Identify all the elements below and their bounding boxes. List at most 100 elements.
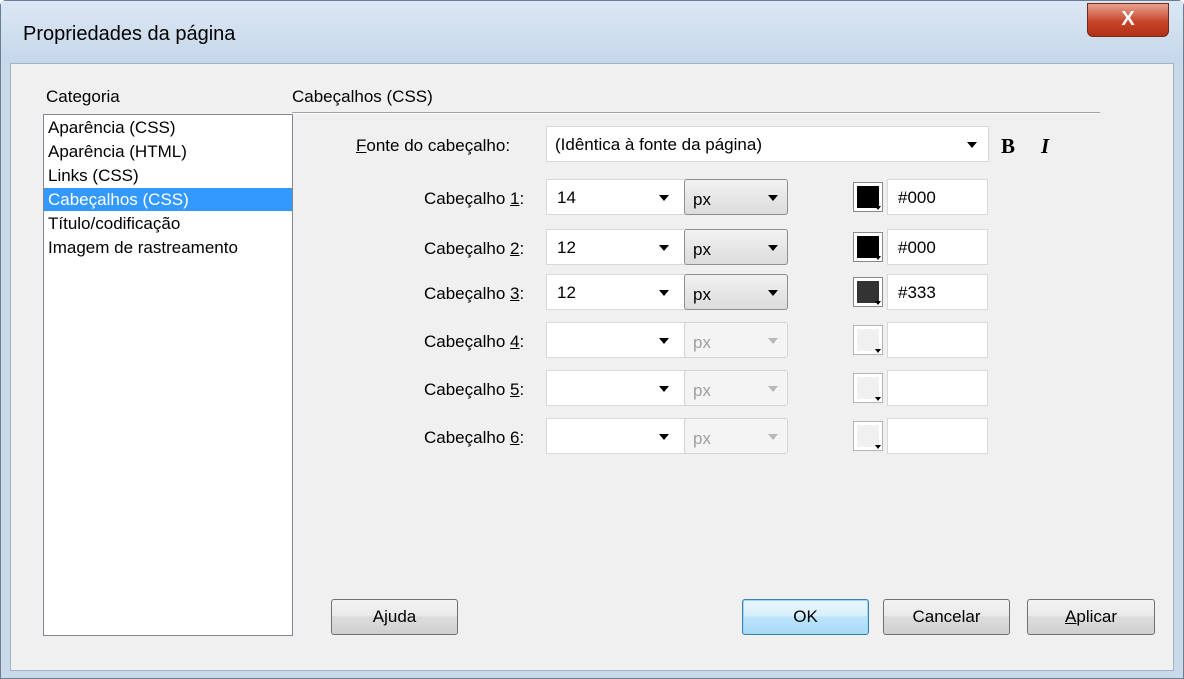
- heading-label-colon: :: [519, 284, 525, 303]
- heading-unit-select[interactable]: px: [684, 322, 788, 358]
- heading-unit-value: px: [693, 333, 711, 352]
- heading-size-combo[interactable]: [546, 370, 689, 406]
- heading-label-text: Cabeçalho: [424, 380, 511, 399]
- heading-label-text: Cabeçalho: [424, 428, 511, 447]
- chevron-down-icon: [967, 142, 977, 148]
- cancel-button-label: Cancelar: [912, 607, 981, 626]
- chevron-down-icon: [659, 434, 669, 440]
- heading-label-colon: :: [519, 189, 525, 208]
- heading-label: Cabeçalho 6:: [424, 428, 524, 448]
- heading-font-label: Fonte do cabeçalho:: [356, 136, 510, 156]
- heading-size-combo[interactable]: 12: [546, 229, 689, 265]
- heading-color-swatch[interactable]: [853, 182, 883, 212]
- italic-button[interactable]: I: [1041, 134, 1049, 159]
- title-bar[interactable]: Propriedades da página X: [1, 1, 1183, 63]
- heading-unit-select[interactable]: px: [684, 274, 788, 310]
- chevron-down-icon: [875, 349, 881, 353]
- heading-color-value: #000: [898, 238, 936, 257]
- color-picker-icon: [857, 186, 879, 208]
- heading-unit-select[interactable]: px: [684, 229, 788, 265]
- color-picker-icon: [857, 329, 879, 351]
- close-icon: X: [1121, 8, 1135, 30]
- category-item[interactable]: Aparência (HTML): [44, 140, 292, 163]
- heading-label-colon: :: [519, 428, 525, 447]
- chevron-down-icon: [659, 290, 669, 296]
- chevron-down-icon: [659, 386, 669, 392]
- heading-color-value: #333: [898, 283, 936, 302]
- heading-color-input[interactable]: #000: [887, 179, 988, 215]
- apply-button-accesskey: A: [1065, 607, 1077, 626]
- heading-unit-select[interactable]: px: [684, 370, 788, 406]
- category-list[interactable]: Aparência (CSS) Aparência (HTML) Links (CS…: [43, 114, 293, 636]
- heading-unit-value: px: [693, 429, 711, 448]
- heading-font-label-accesskey: F: [356, 136, 367, 155]
- apply-button-label-rest: plicar: [1076, 607, 1117, 626]
- heading-label: Cabeçalho 4:: [424, 332, 524, 352]
- heading-unit-value: px: [693, 285, 711, 304]
- chevron-down-icon: [768, 434, 778, 440]
- heading-color-input[interactable]: #000: [887, 229, 988, 265]
- heading-label: Cabeçalho 2:: [424, 239, 524, 259]
- heading-size-combo[interactable]: 14: [546, 179, 689, 215]
- heading-label-text: Cabeçalho: [424, 189, 511, 208]
- chevron-down-icon: [659, 195, 669, 201]
- heading-color-value: #000: [898, 188, 936, 207]
- heading-color-swatch[interactable]: [853, 421, 883, 451]
- chevron-down-icon: [768, 338, 778, 344]
- help-button-label-a: A: [372, 607, 385, 626]
- section-title: Cabeçalhos (CSS): [292, 87, 433, 106]
- heading-size-combo[interactable]: 12: [546, 274, 689, 310]
- heading-color-input[interactable]: [887, 418, 988, 454]
- close-button[interactable]: X: [1087, 3, 1169, 37]
- heading-color-swatch[interactable]: [853, 373, 883, 403]
- ok-button-label: OK: [793, 607, 818, 626]
- category-item[interactable]: Imagem de rastreamento: [44, 236, 292, 259]
- heading-label-text: Cabeçalho: [424, 239, 511, 258]
- heading-unit-value: px: [693, 240, 711, 259]
- heading-color-swatch[interactable]: [853, 325, 883, 355]
- category-item[interactable]: Título/codificação: [44, 212, 292, 235]
- heading-size-combo[interactable]: [546, 418, 689, 454]
- heading-label-colon: :: [519, 380, 525, 399]
- cancel-button[interactable]: Cancelar: [883, 599, 1010, 635]
- heading-color-swatch[interactable]: [853, 232, 883, 262]
- heading-label: Cabeçalho 5:: [424, 380, 524, 400]
- heading-label-text: Cabeçalho: [424, 332, 511, 351]
- heading-label: Cabeçalho 1:: [424, 189, 524, 209]
- chevron-down-icon: [768, 386, 778, 392]
- bold-button[interactable]: B: [1001, 134, 1015, 159]
- chevron-down-icon: [875, 301, 881, 305]
- heading-unit-select[interactable]: px: [684, 179, 788, 215]
- dialog-title: Propriedades da página: [23, 23, 236, 45]
- category-item[interactable]: Aparência (CSS): [44, 116, 292, 139]
- heading-label-colon: :: [519, 239, 525, 258]
- heading-font-label-text: onte do cabeçalho:: [366, 136, 511, 155]
- chevron-down-icon: [875, 445, 881, 449]
- heading-color-swatch[interactable]: [853, 277, 883, 307]
- category-item[interactable]: Cabeçalhos (CSS): [44, 188, 292, 211]
- heading-size-combo[interactable]: [546, 322, 689, 358]
- chevron-down-icon: [768, 290, 778, 296]
- heading-size-value: 14: [557, 188, 576, 207]
- help-button[interactable]: Ajuda: [331, 599, 458, 635]
- heading-unit-value: px: [693, 381, 711, 400]
- heading-color-input[interactable]: #333: [887, 274, 988, 310]
- heading-color-input[interactable]: [887, 370, 988, 406]
- chevron-down-icon: [768, 195, 778, 201]
- heading-unit-select[interactable]: px: [684, 418, 788, 454]
- chevron-down-icon: [875, 397, 881, 401]
- color-picker-icon: [857, 281, 879, 303]
- category-item[interactable]: Links (CSS): [44, 164, 292, 187]
- chevron-down-icon: [659, 245, 669, 251]
- heading-font-select[interactable]: (Idêntica à fonte da página): [546, 126, 989, 162]
- chevron-down-icon: [875, 256, 881, 260]
- section-divider: [292, 112, 1100, 114]
- dialog-body: Categoria Aparência (CSS) Aparência (HTML…: [10, 63, 1174, 671]
- heading-label: Cabeçalho 3:: [424, 284, 524, 304]
- color-picker-icon: [857, 425, 879, 447]
- apply-button[interactable]: Aplicar: [1027, 599, 1155, 635]
- heading-color-input[interactable]: [887, 322, 988, 358]
- ok-button[interactable]: OK: [742, 599, 869, 635]
- category-label: Categoria: [46, 87, 120, 106]
- chevron-down-icon: [659, 338, 669, 344]
